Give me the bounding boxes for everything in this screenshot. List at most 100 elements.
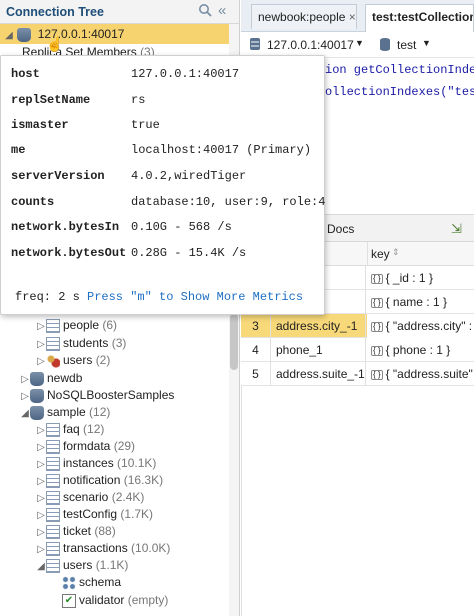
table-row[interactable]: 4 phone_1 { }{ phone : 1 } (241, 338, 474, 362)
schema-icon (62, 575, 76, 590)
collection-icon (46, 524, 60, 539)
item-label: testConfig (63, 507, 118, 521)
item-label: users (63, 558, 93, 572)
tree-item-collection[interactable]: ▷ people (6) (36, 315, 117, 335)
database-selector[interactable]: test (397, 38, 416, 52)
table-row[interactable]: 5 address.suite_-1 { }{ "address.suite" (241, 362, 474, 386)
database-icon (30, 371, 44, 386)
item-count: (16.3K) (123, 473, 164, 487)
refresh-frequency: freq: 2 s (15, 290, 80, 304)
index-name-cell: address.suite_-1 (272, 362, 366, 386)
tree-item-schema[interactable]: schema (62, 572, 121, 592)
panel-title: Connection Tree (6, 5, 104, 19)
collection-icon (46, 318, 60, 333)
tree-item-validator[interactable]: ✔ validator (empty) (62, 590, 168, 610)
export-icon[interactable]: ⇲ (451, 221, 462, 237)
index-name-cell: address.city_-1 (272, 314, 366, 338)
metric-value: rs (131, 93, 146, 107)
server-status-popup: host 127.0.0.1:40017 replSetName rs isma… (0, 55, 325, 315)
item-count: (1.1K) (95, 558, 129, 572)
connection-tree-header: Connection Tree « (0, 0, 239, 24)
server-icon (17, 27, 32, 42)
item-count: (2) (95, 353, 111, 367)
metric-value: 0.28G - 15.4K /s (131, 246, 247, 260)
table-row[interactable]: 3 address.city_-1 { }{ "address.city" : (241, 314, 474, 338)
tab-label: test:testCollection (372, 10, 474, 24)
item-count: (6) (102, 318, 118, 332)
tab-newbook-people[interactable]: newbook:people × (251, 4, 357, 29)
metric-value: 4.0.2,wiredTiger (131, 169, 247, 183)
item-label: notification (63, 473, 121, 487)
item-label: users (63, 353, 93, 367)
metric-value: database:10, user:9, role:4 (131, 195, 326, 209)
item-label: formdata (63, 439, 111, 453)
collapse-icon[interactable]: ◢ (4, 26, 14, 46)
item-count: (88) (94, 524, 116, 538)
server-selector[interactable]: 127.0.0.1:40017 (267, 38, 354, 52)
item-count: (10.0K) (131, 541, 171, 555)
database-icon (30, 405, 44, 420)
scrollbar-thumb[interactable] (230, 314, 238, 370)
row-number: 4 (241, 338, 271, 362)
collection-icon (46, 490, 60, 505)
index-name-cell: phone_1 (272, 338, 366, 362)
metric-value: 127.0.0.1:40017 (131, 67, 240, 81)
key-value: { "address.suite" (385, 367, 473, 381)
metric-key: network.bytesOut (11, 246, 127, 260)
users-icon (46, 353, 60, 368)
sort-icon[interactable]: ⇕ (392, 247, 400, 258)
checkmark-icon: ✔ (62, 593, 76, 608)
collection-icon (46, 558, 60, 573)
key-cell: { }{ "address.suite" (367, 362, 474, 386)
collapse-panel-icon[interactable]: « (218, 2, 226, 19)
code-line: ollectionIndexes("test (325, 85, 474, 99)
database-icon (379, 37, 391, 51)
collection-icon (46, 336, 60, 351)
item-count: (2.4K) (111, 490, 145, 504)
item-label: scenario (63, 490, 109, 504)
key-value: { "address.city" : (385, 319, 473, 333)
collapse-icon[interactable]: ◢ (20, 404, 30, 424)
close-icon[interactable]: × (349, 10, 356, 24)
grid-empty-area (241, 386, 474, 616)
collection-icon (46, 541, 60, 556)
collapse-icon[interactable]: ◢ (36, 557, 46, 577)
column-divider (367, 242, 368, 266)
item-label: people (63, 318, 100, 332)
mouse-cursor-icon: ☝ (46, 36, 64, 52)
metric-key: serverVersion (11, 169, 105, 183)
row-number: 5 (241, 362, 271, 386)
collection-icon (46, 456, 60, 471)
item-label: ticket (63, 524, 92, 538)
chevron-down-icon[interactable]: ▼ (355, 38, 364, 48)
tab-label: newbook:people (258, 10, 346, 24)
item-label: newdb (47, 371, 83, 385)
key-cell: { }{ phone : 1 } (367, 338, 474, 362)
key-cell: { }{ _id : 1 } (367, 266, 474, 290)
item-count: (empty) (127, 593, 169, 607)
more-metrics-link[interactable]: Press "m" to Show More Metrics (87, 290, 303, 304)
item-label: sample (47, 405, 86, 419)
tree-node-server[interactable]: ◢ 127.0.0.1:40017 (0, 24, 229, 44)
item-label: instances (63, 456, 114, 470)
item-count: (1.7K) (120, 507, 154, 521)
collection-icon (46, 507, 60, 522)
collection-icon (46, 439, 60, 454)
item-count: (29) (113, 439, 136, 453)
code-line: ion getCollectionIndex (325, 63, 474, 77)
metric-key: me (11, 143, 26, 157)
item-label: students (63, 336, 109, 350)
chevron-down-icon[interactable]: ▼ (422, 38, 431, 48)
collection-icon (46, 422, 60, 437)
item-count: (12) (89, 405, 111, 419)
tab-test-testcollection[interactable]: test:testCollection (365, 4, 474, 32)
item-count: (10.1K) (117, 456, 157, 470)
row-number: 3 (241, 314, 271, 338)
metric-key: counts (11, 195, 55, 209)
tree-item-users[interactable]: ▷ users (2) (36, 350, 110, 370)
metric-key: network.bytesIn (11, 220, 120, 234)
tab-bar: newbook:people × test:testCollection (241, 0, 474, 32)
search-icon[interactable] (198, 3, 212, 17)
metric-key: host (11, 67, 40, 81)
column-header-key[interactable]: key (371, 247, 390, 261)
